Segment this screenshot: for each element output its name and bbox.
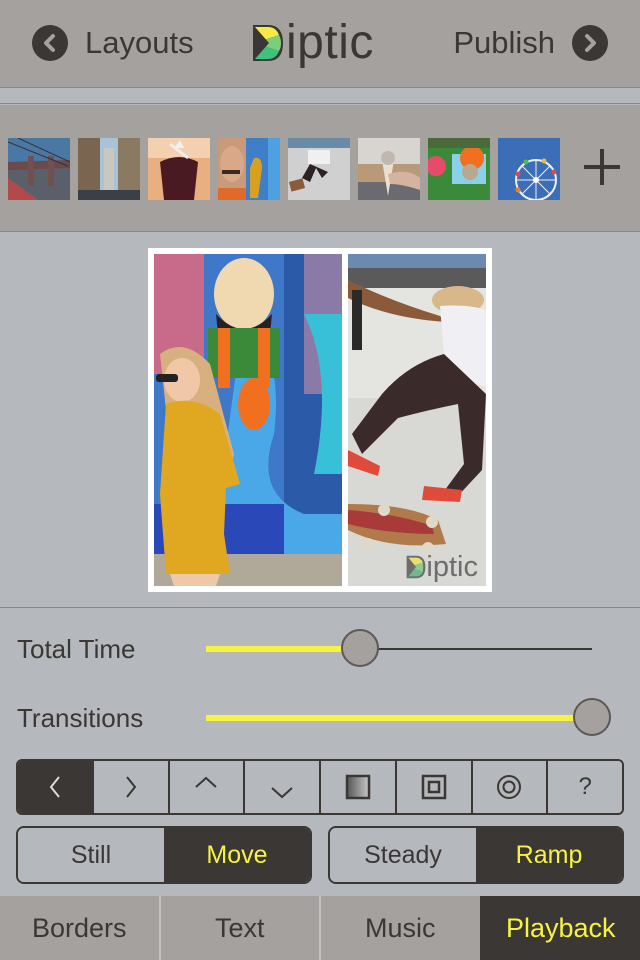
transitions-label: Transitions (17, 703, 144, 733)
diptic-watermark: iptic (406, 552, 478, 582)
collage-pane-right[interactable]: iptic (348, 254, 486, 586)
bottom-tab-bar: Borders Text Music Playback (0, 896, 640, 960)
transitions-row: Transitions (0, 698, 640, 739)
inset-effect-button[interactable] (394, 761, 471, 813)
slider-fill (206, 646, 361, 652)
thumbnail-skateboarder[interactable] (288, 138, 350, 200)
random-effect-button[interactable]: ? (546, 761, 622, 813)
photo-strip[interactable] (0, 105, 640, 232)
gradient-square-icon (345, 774, 371, 800)
tab-music[interactable]: Music (319, 896, 480, 960)
zoom-effect-button[interactable] (470, 761, 547, 813)
add-photo-button[interactable] (580, 147, 624, 191)
thumbnail-bridge[interactable] (8, 138, 70, 200)
direction-left-button[interactable] (18, 761, 92, 813)
logo-text: iptic (286, 16, 374, 69)
tab-borders[interactable]: Borders (0, 896, 159, 960)
question-mark-icon: ? (578, 773, 592, 800)
thumbnail-amusement-park[interactable] (428, 138, 490, 200)
diptic-logo: iptic (252, 18, 374, 72)
chevron-down-icon (271, 787, 293, 799)
collage-preview[interactable]: iptic (148, 248, 492, 592)
still-option[interactable]: Still (18, 828, 164, 882)
chevron-right-icon (125, 776, 136, 798)
tab-text[interactable]: Text (158, 896, 320, 960)
tab-playback[interactable]: Playback (479, 896, 640, 960)
transitions-slider[interactable] (206, 698, 611, 736)
total-time-row: Total Time (0, 629, 640, 670)
inset-square-icon (421, 774, 446, 800)
speed-segmented-control: Steady Ramp (328, 826, 624, 884)
direction-segmented-control: ? (16, 759, 624, 815)
move-option[interactable]: Move (164, 828, 310, 882)
steady-option[interactable]: Steady (330, 828, 476, 882)
publish-forward-button[interactable]: Publish (453, 22, 608, 64)
slider-thumb[interactable] (341, 629, 380, 667)
motion-segmented-control: Still Move (16, 826, 312, 884)
diptic-logo-mark-icon (253, 25, 283, 61)
concentric-circle-icon (497, 775, 522, 799)
navigation-bar: Layouts iptic Publish (0, 0, 640, 88)
total-time-slider[interactable] (206, 629, 592, 667)
direction-up-button[interactable] (167, 761, 244, 813)
collage-pane-left[interactable] (154, 254, 342, 586)
chevron-left-circle-icon (32, 25, 68, 61)
fade-effect-button[interactable] (319, 761, 395, 813)
thumbnail-ferris-wheel[interactable] (498, 138, 560, 200)
chevron-left-icon (49, 776, 60, 798)
direction-right-button[interactable] (91, 761, 168, 813)
separator (0, 89, 640, 104)
watermark-text: iptic (426, 551, 478, 583)
thumbnail-graffiti-woman[interactable] (218, 138, 280, 200)
chevron-right-circle-icon (572, 25, 608, 61)
chevron-up-icon (195, 776, 218, 788)
slider-fill (206, 715, 592, 721)
separator (0, 607, 640, 608)
thumbnail-city-street[interactable] (78, 138, 140, 200)
total-time-label: Total Time (17, 634, 136, 664)
direction-down-button[interactable] (243, 761, 319, 813)
thumbnail-ice-cream[interactable] (358, 138, 420, 200)
slider-thumb[interactable] (573, 698, 611, 736)
watermark-logo-icon (407, 555, 426, 579)
layouts-back-button[interactable]: Layouts (32, 22, 194, 64)
thumbnail-iced-drink[interactable] (148, 138, 210, 200)
ramp-option[interactable]: Ramp (476, 828, 622, 882)
layouts-label: Layouts (85, 25, 194, 60)
publish-label: Publish (453, 25, 555, 60)
